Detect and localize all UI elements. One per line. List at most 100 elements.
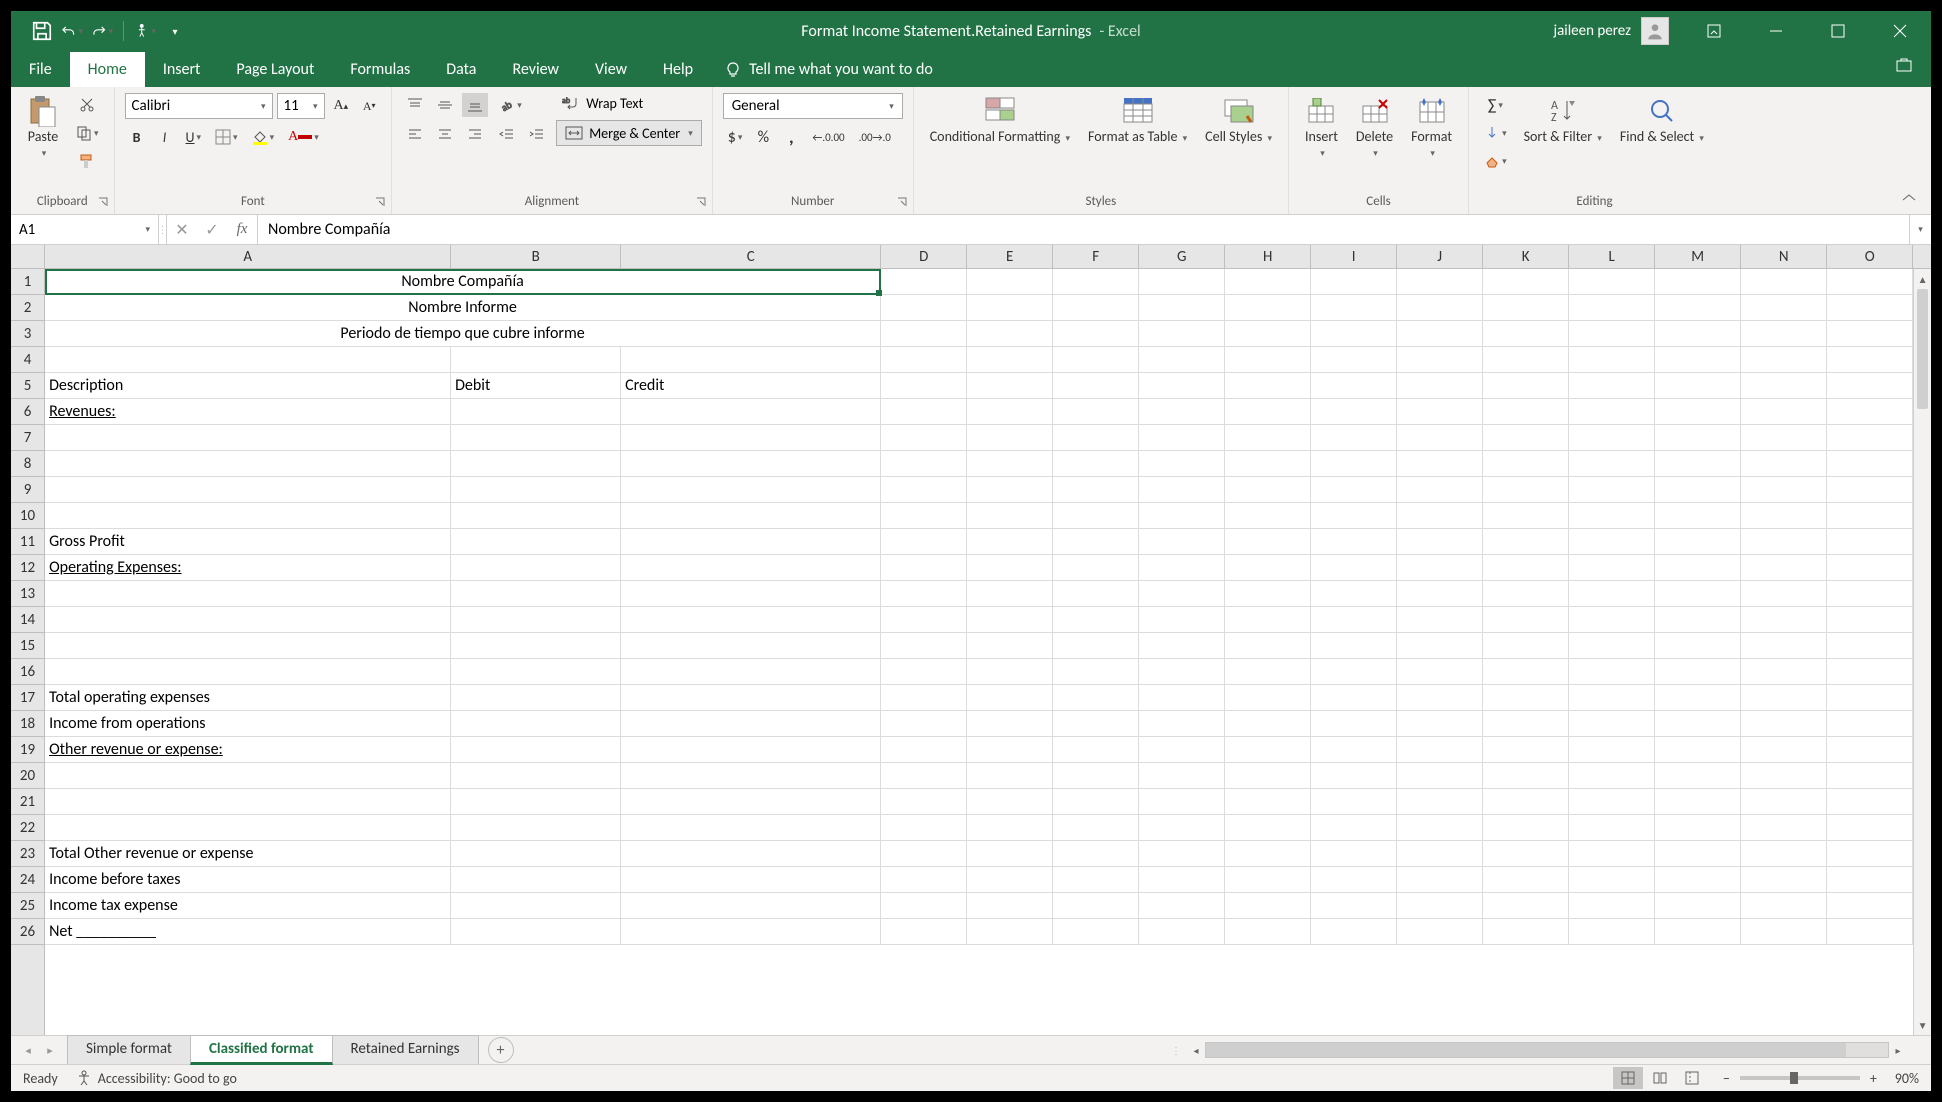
close-button[interactable]: [1871, 11, 1929, 51]
align-right-button[interactable]: [462, 123, 488, 147]
column-header-F[interactable]: F: [1053, 245, 1139, 268]
scroll-left-button[interactable]: ◂: [1187, 1044, 1205, 1057]
cell[interactable]: [1827, 607, 1913, 632]
copy-button[interactable]: ▾: [71, 121, 104, 145]
cell[interactable]: [967, 659, 1053, 684]
cell[interactable]: [1397, 659, 1483, 684]
cell[interactable]: [45, 347, 451, 372]
column-header-K[interactable]: K: [1483, 245, 1569, 268]
cell[interactable]: Revenues:: [45, 399, 451, 424]
cell[interactable]: [1397, 815, 1483, 840]
cell[interactable]: [1827, 659, 1913, 684]
cell[interactable]: [1827, 347, 1913, 372]
clear-button[interactable]: ▾: [1479, 149, 1512, 173]
column-header-G[interactable]: G: [1139, 245, 1225, 268]
cell[interactable]: [1397, 763, 1483, 788]
cell[interactable]: [1053, 425, 1139, 450]
cell[interactable]: [1741, 633, 1827, 658]
cell[interactable]: [451, 711, 621, 736]
formula-input[interactable]: Nombre Compañía: [258, 215, 1909, 244]
cell[interactable]: [1311, 919, 1397, 944]
sheet-tab[interactable]: Retained Earnings: [332, 1035, 479, 1065]
collapse-ribbon-button[interactable]: [1901, 189, 1917, 208]
row-header-15[interactable]: 15: [11, 633, 44, 659]
cell[interactable]: [1741, 659, 1827, 684]
cell[interactable]: [1053, 633, 1139, 658]
cell[interactable]: [967, 919, 1053, 944]
increase-indent-button[interactable]: [524, 123, 550, 147]
cell[interactable]: [1569, 685, 1655, 710]
cell[interactable]: [1397, 685, 1483, 710]
cell[interactable]: [451, 555, 621, 580]
cell[interactable]: [881, 581, 967, 606]
align-left-button[interactable]: [402, 123, 428, 147]
cell[interactable]: Income from operations: [45, 711, 451, 736]
cell[interactable]: [1741, 451, 1827, 476]
cell[interactable]: [1311, 737, 1397, 762]
accounting-format-button[interactable]: $▾: [723, 125, 748, 149]
cell[interactable]: [967, 347, 1053, 372]
cell[interactable]: [1569, 789, 1655, 814]
cell[interactable]: [881, 529, 967, 554]
cell[interactable]: [1655, 867, 1741, 892]
cell[interactable]: [967, 633, 1053, 658]
cell[interactable]: [1569, 659, 1655, 684]
qat-customize-icon[interactable]: ▾: [164, 20, 186, 42]
cell[interactable]: [45, 607, 451, 632]
underline-button[interactable]: U▾: [181, 125, 207, 149]
cell[interactable]: [1827, 425, 1913, 450]
cell[interactable]: Gross Profit: [45, 529, 451, 554]
cell[interactable]: [881, 607, 967, 632]
cell[interactable]: [1397, 321, 1483, 346]
cell[interactable]: [45, 633, 451, 658]
cell[interactable]: [1655, 451, 1741, 476]
cell[interactable]: [881, 451, 967, 476]
normal-view-button[interactable]: [1613, 1067, 1643, 1089]
cell[interactable]: [621, 789, 881, 814]
cell[interactable]: [1569, 269, 1655, 294]
cell[interactable]: [881, 269, 967, 294]
cell[interactable]: [1053, 685, 1139, 710]
cell[interactable]: [621, 529, 881, 554]
cell[interactable]: [45, 451, 451, 476]
cell[interactable]: [1225, 711, 1311, 736]
cell[interactable]: [1053, 399, 1139, 424]
cell[interactable]: [45, 763, 451, 788]
font-size-combo[interactable]: 11▾: [277, 93, 325, 119]
cell[interactable]: [881, 815, 967, 840]
cell[interactable]: [1311, 789, 1397, 814]
merge-center-button[interactable]: Merge & Center ▾: [556, 120, 702, 146]
cell[interactable]: [1483, 503, 1569, 528]
cell[interactable]: [1225, 321, 1311, 346]
cell[interactable]: [1225, 659, 1311, 684]
cell[interactable]: Net __________: [45, 919, 451, 944]
cell[interactable]: [621, 737, 881, 762]
cell[interactable]: [967, 399, 1053, 424]
column-header-N[interactable]: N: [1741, 245, 1827, 268]
vertical-scrollbar[interactable]: ▲ ▼: [1913, 269, 1931, 1035]
cell[interactable]: [1225, 269, 1311, 294]
row-header-25[interactable]: 25: [11, 893, 44, 919]
row-header-26[interactable]: 26: [11, 919, 44, 945]
cell[interactable]: [621, 399, 881, 424]
cell[interactable]: [881, 321, 967, 346]
cell[interactable]: [1139, 347, 1225, 372]
cell[interactable]: [1225, 529, 1311, 554]
number-launcher[interactable]: [895, 196, 909, 210]
cell[interactable]: [1655, 841, 1741, 866]
increase-decimal-button[interactable]: ←.0.00: [807, 125, 849, 149]
cell[interactable]: [1741, 841, 1827, 866]
cell[interactable]: [1139, 399, 1225, 424]
cell[interactable]: [881, 425, 967, 450]
format-as-table-button[interactable]: Format as Table ▾: [1082, 93, 1193, 146]
cell[interactable]: [1741, 711, 1827, 736]
cell[interactable]: [1483, 347, 1569, 372]
cell[interactable]: [621, 607, 881, 632]
cell[interactable]: [1225, 763, 1311, 788]
cell[interactable]: [451, 607, 621, 632]
cell[interactable]: [1397, 425, 1483, 450]
cell[interactable]: [1741, 555, 1827, 580]
undo-icon[interactable]: ▾: [61, 20, 83, 42]
cell[interactable]: [1225, 815, 1311, 840]
cell[interactable]: [1053, 269, 1139, 294]
